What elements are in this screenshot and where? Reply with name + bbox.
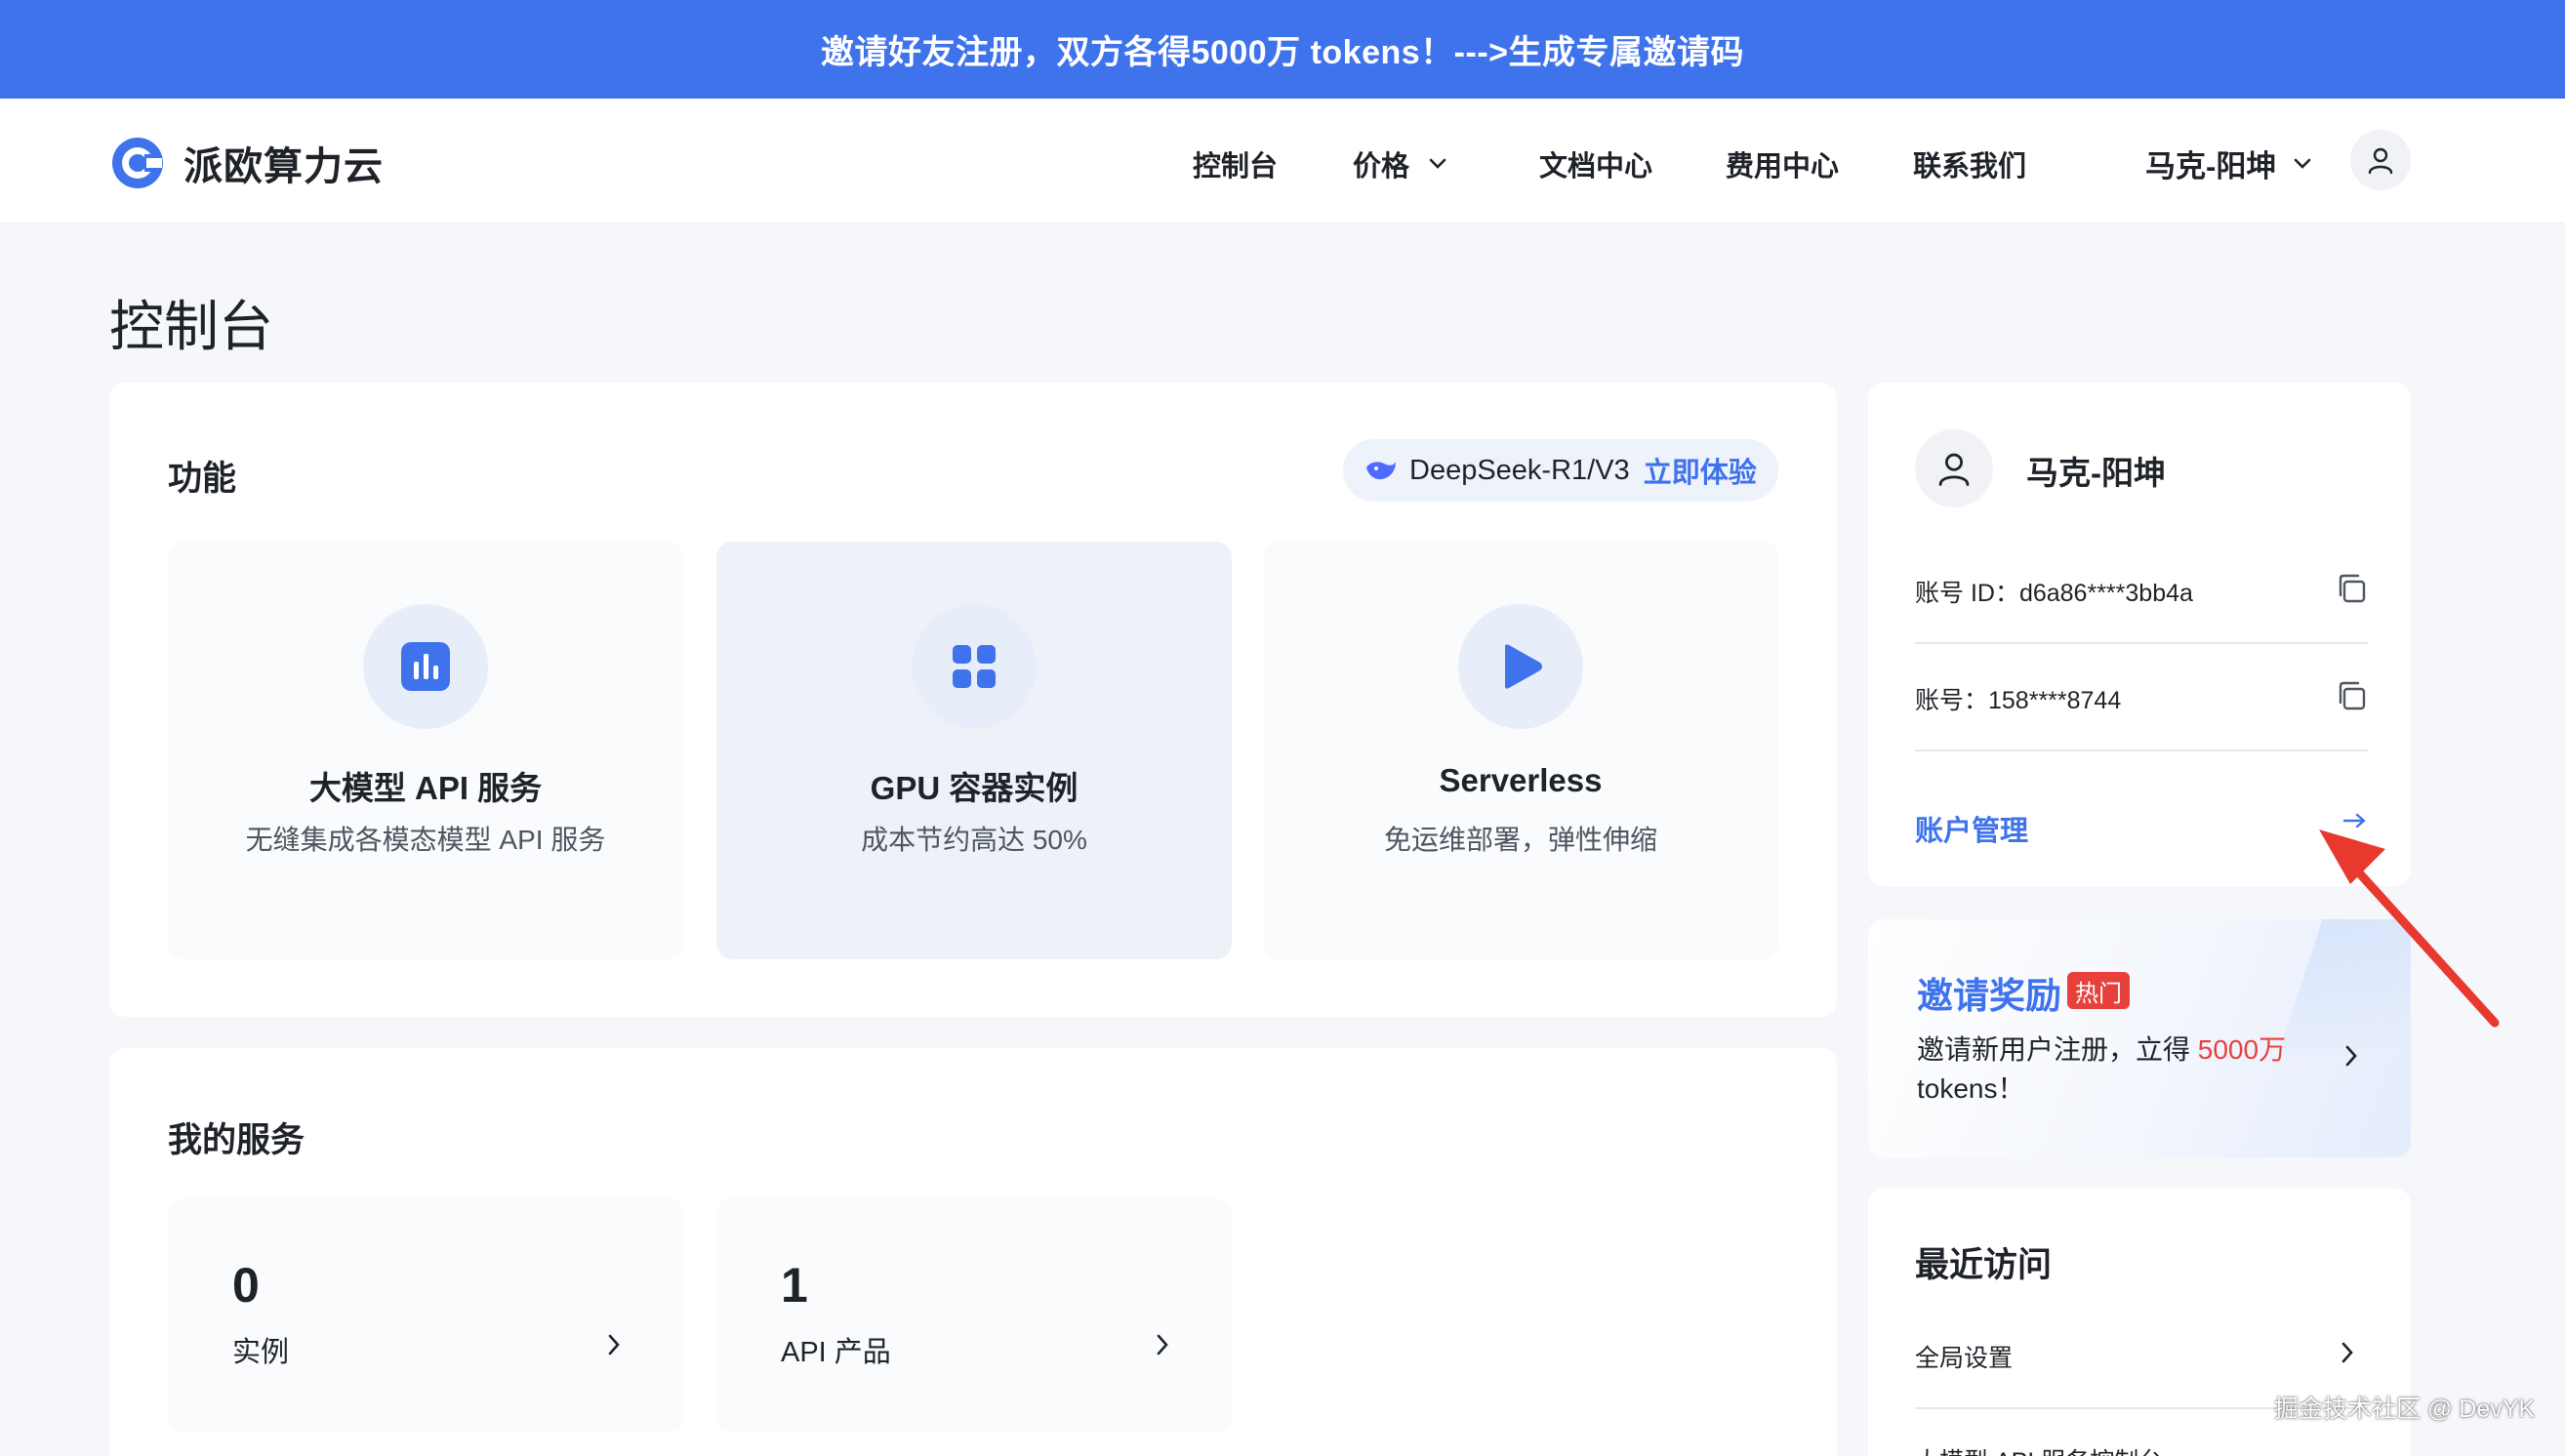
nav-contact[interactable]: 联系我们 (1913, 143, 2026, 184)
feature-icon-bg (912, 604, 1037, 729)
instance-label: 实例 (232, 1337, 290, 1368)
play-icon (1505, 644, 1542, 689)
chevron-right-icon (1157, 1334, 1168, 1355)
invite-banner-text[interactable]: 邀请好友注册，双方各得5000万 tokens！--->生成专属邀请码 (821, 25, 1744, 73)
copy-icon[interactable] (2335, 679, 2368, 712)
chevron-right-icon (2341, 1342, 2353, 1363)
nav-console[interactable]: 控制台 (1193, 143, 1278, 184)
copy-icon[interactable] (2335, 572, 2368, 605)
feature-card-llm-api[interactable]: 大模型 API 服务 无缝集成各模态模型 API 服务 (168, 542, 683, 959)
account-id: 账号 ID：d6a86****3bb4a (1915, 580, 2193, 607)
invite-reward-card[interactable]: 邀请奖励 热门 邀请新用户注册，立得 5000万 tokens！ (1868, 919, 2411, 1157)
profile-avatar (1915, 429, 1993, 507)
recent-item-global-settings[interactable]: 全局设置 (1915, 1339, 2013, 1374)
brand-name: 派欧算力云 (183, 145, 384, 188)
user-avatar-button[interactable] (2350, 130, 2411, 190)
page-title: 控制台 (109, 296, 273, 357)
service-stat-api-products[interactable]: 1 API 产品 (716, 1198, 1232, 1433)
instance-count: 0 (232, 1258, 260, 1313)
nav-pricing[interactable]: 价格 (1353, 143, 1446, 184)
hot-badge: 热门 (2067, 972, 2130, 1009)
invite-desc: 邀请新用户注册，立得 5000万 tokens！ (1917, 1031, 2327, 1109)
account-phone: 账号：158****8744 (1915, 687, 2122, 714)
api-product-count: 1 (781, 1258, 808, 1313)
invite-title: 邀请奖励 (1917, 976, 2061, 1016)
nav-docs[interactable]: 文档中心 (1539, 143, 1652, 184)
whale-icon (1366, 462, 1396, 480)
deepseek-promo[interactable]: DeepSeek-R1/V3 立即体验 (1343, 439, 1778, 502)
user-icon (2368, 147, 2393, 175)
account-manage-link[interactable]: 账户管理 (1915, 808, 2028, 849)
grid-icon (953, 645, 996, 688)
bar-chart-icon (401, 642, 450, 691)
service-stat-instances[interactable]: 0 实例 (168, 1198, 683, 1433)
nav-console-label: 控制台 (1193, 151, 1279, 182)
top-nav: 派欧算力云 控制台 价格 文档中心 费用中心 联系我们 马克-阳坤 (0, 99, 2565, 223)
recent-title: 最近访问 (1915, 1246, 2053, 1284)
nav-contact-label: 联系我们 (1913, 151, 2027, 182)
chevron-right-icon (608, 1334, 620, 1355)
feature-desc: 无缝集成各模态模型 API 服务 (245, 825, 606, 855)
nav-docs-label: 文档中心 (1539, 151, 1653, 182)
invite-banner[interactable]: 邀请好友注册，双方各得5000万 tokens！--->生成专属邀请码 (0, 0, 2565, 99)
deepseek-model-label: DeepSeek-R1/V3 (1409, 454, 1630, 486)
api-product-label: API 产品 (781, 1337, 891, 1368)
recent-item-llm-console[interactable]: 大模型 API 服务控制台 (1915, 1442, 2163, 1456)
divider (1915, 642, 2368, 644)
feature-desc: 成本节约高达 50% (861, 825, 1087, 855)
feature-icon-bg (1458, 604, 1583, 729)
try-now-link[interactable]: 立即体验 (1644, 450, 1757, 491)
feature-title: 大模型 API 服务 (308, 770, 543, 806)
profile-name: 马克-阳坤 (2026, 455, 2166, 491)
feature-title: GPU 容器实例 (870, 770, 1079, 806)
user-menu-name: 马克-阳坤 (2145, 149, 2277, 183)
user-icon (1938, 453, 1970, 486)
logo-icon (112, 138, 163, 188)
feature-card-serverless[interactable]: Serverless 免运维部署，弹性伸缩 (1263, 542, 1778, 959)
chevron-down-icon (1429, 158, 1446, 169)
nav-billing-label: 费用中心 (1726, 151, 1840, 182)
chevron-right-icon (2345, 1045, 2357, 1067)
arrow-right-icon[interactable] (2342, 812, 2368, 829)
divider (1915, 749, 2368, 751)
chevron-down-icon (2295, 158, 2311, 169)
features-title: 功能 (168, 460, 237, 498)
feature-icon-bg (363, 604, 488, 729)
feature-title: Serverless (1439, 762, 1603, 798)
invite-desc-suffix: tokens！ (1917, 1073, 2025, 1104)
nav-billing[interactable]: 费用中心 (1726, 143, 1839, 184)
brand-logo[interactable]: 派欧算力云 (109, 135, 384, 191)
nav-pricing-label: 价格 (1353, 151, 1410, 182)
invite-desc-highlight: 5000万 (2197, 1034, 2287, 1065)
invite-desc-prefix: 邀请新用户注册，立得 (1917, 1034, 2198, 1065)
user-menu[interactable]: 马克-阳坤 (2145, 142, 2311, 185)
feature-desc: 免运维部署，弹性伸缩 (1383, 825, 1657, 855)
watermark: 掘金技术社区 @ DevYK (2274, 1395, 2536, 1423)
feature-card-gpu[interactable]: GPU 容器实例 成本节约高达 50% (716, 542, 1232, 959)
services-title: 我的服务 (168, 1121, 305, 1159)
